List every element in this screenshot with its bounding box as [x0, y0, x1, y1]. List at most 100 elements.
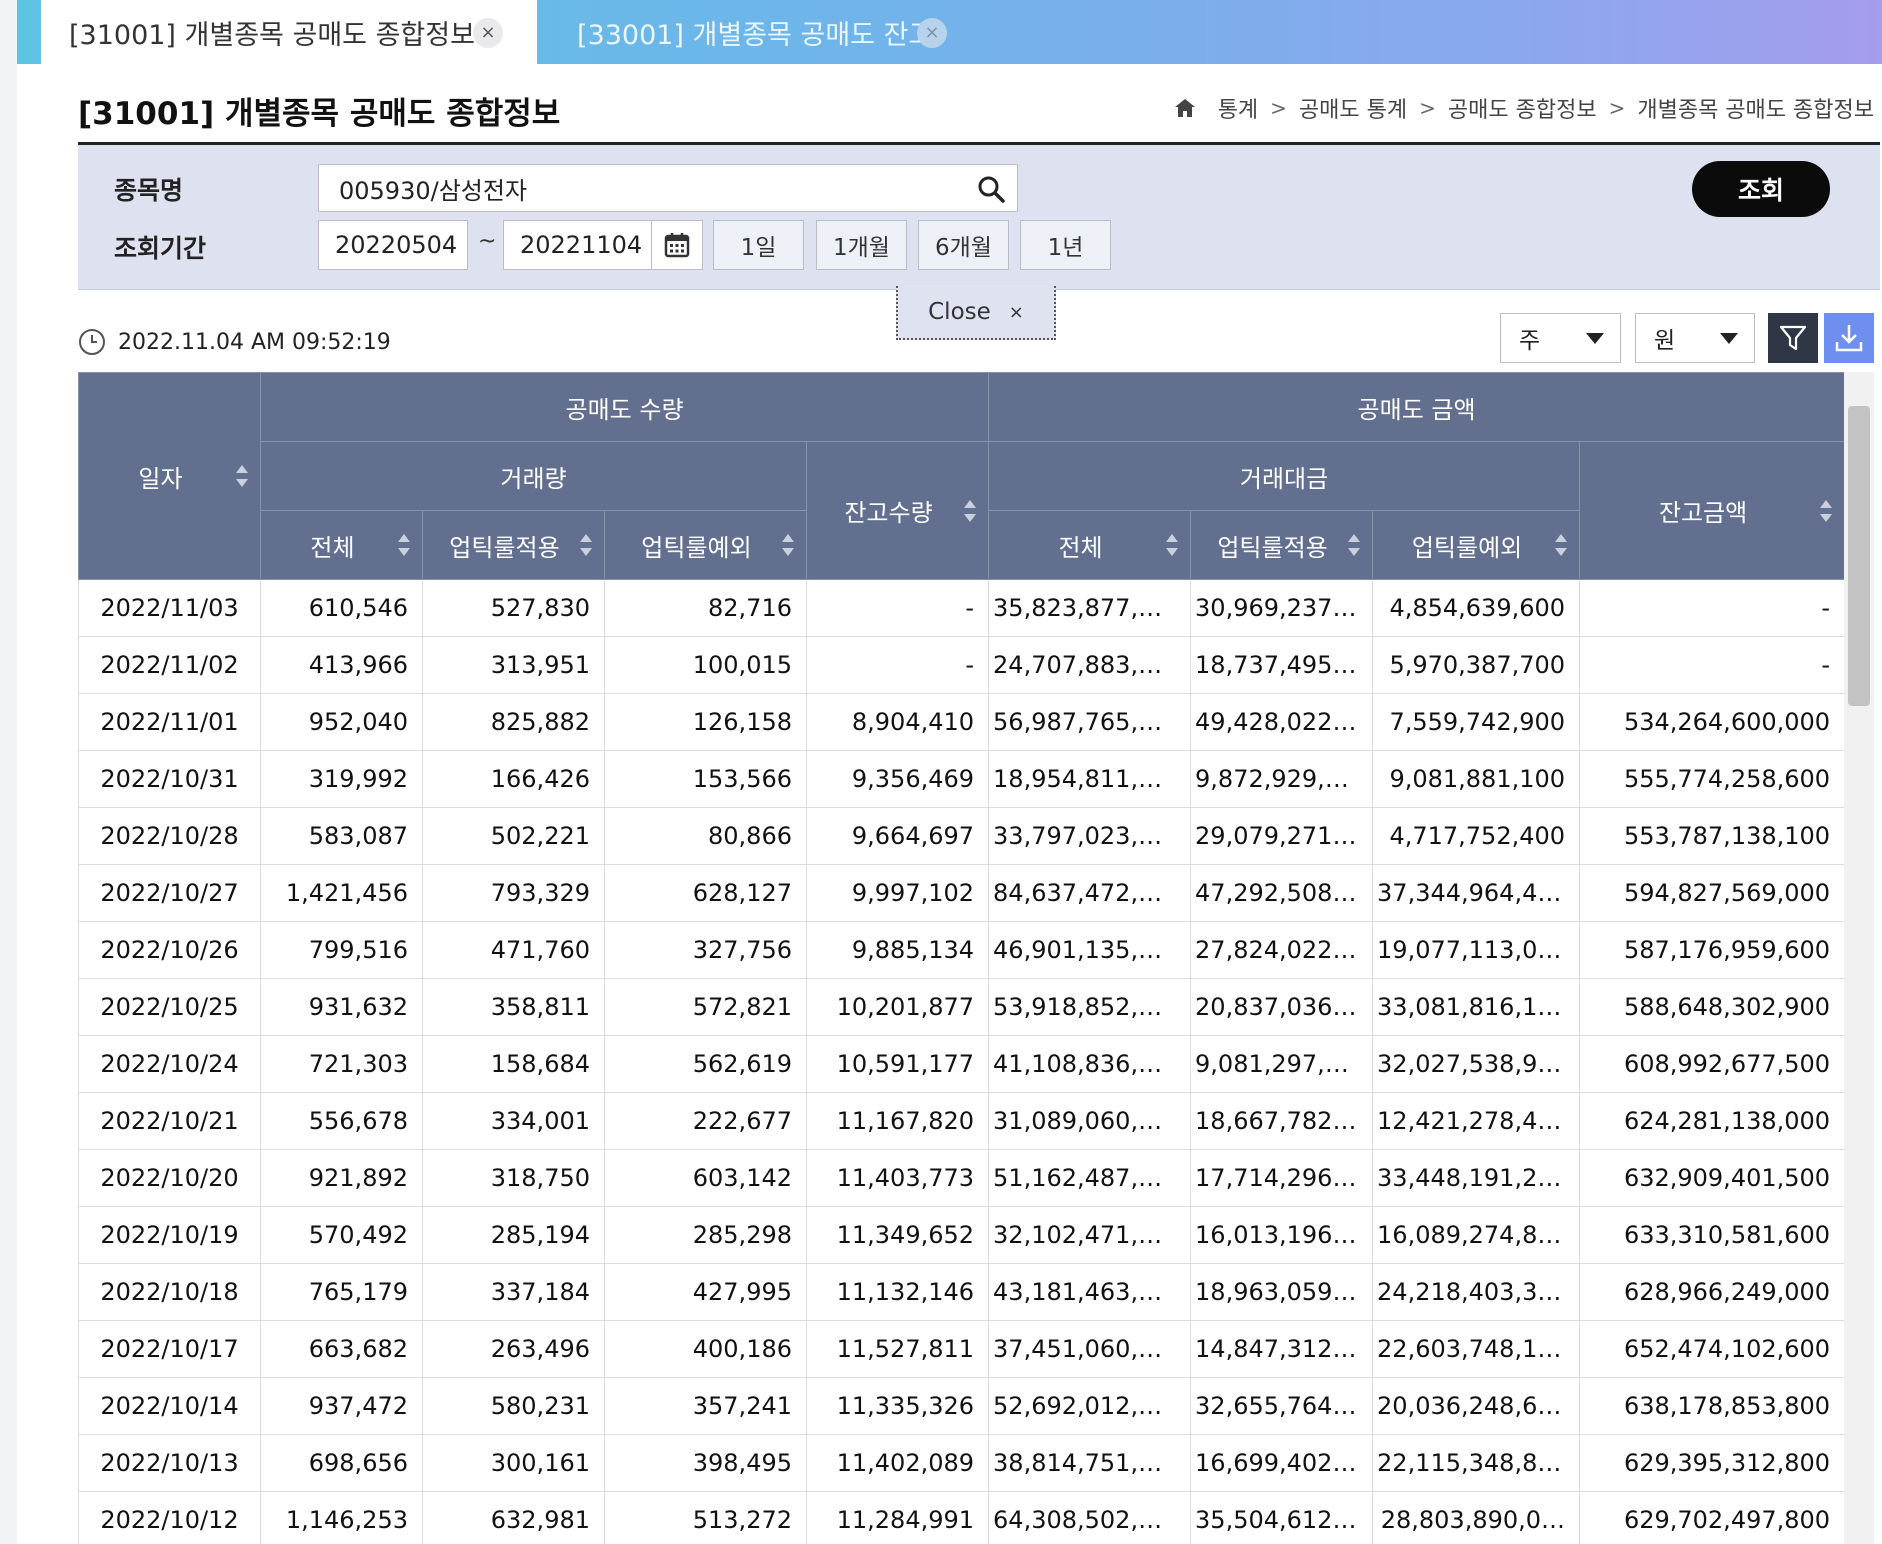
sort-icon[interactable]: [398, 534, 410, 556]
sort-icon[interactable]: [782, 534, 794, 556]
table-row[interactable]: 2022/11/03 610,546 527,830 82,716-35,823,87…: [78, 579, 1844, 637]
table-row[interactable]: 2022/10/24 721,303 158,684 562,619 10,591,17…: [78, 1035, 1844, 1093]
period-1day-button[interactable]: 1일: [713, 220, 804, 270]
table-cell: 16,013,196,9…: [1190, 1206, 1374, 1264]
breadcrumb-item[interactable]: 개별종목 공매도 종합정보: [1637, 92, 1874, 124]
table-row[interactable]: 2022/10/26 799,516 471,760 327,756 9,885,134…: [78, 921, 1844, 979]
query-button[interactable]: 조회: [1692, 161, 1830, 217]
download-button[interactable]: [1824, 313, 1874, 363]
header-label: 업틱룰적용: [449, 533, 560, 562]
tab-31001[interactable]: [31001] 개별종목 공매도 종합정보 ×: [41, 0, 537, 64]
sort-icon[interactable]: [964, 499, 977, 522]
table-row[interactable]: 2022/11/02 413,966 313,951 100,015-24,707,8…: [78, 636, 1844, 694]
table-cell: 799,516: [260, 921, 423, 979]
table-cell: 300,161: [422, 1434, 605, 1492]
table-cell: 5,970,387,700: [1372, 636, 1581, 694]
table-cell: 638,178,853,800: [1579, 1377, 1844, 1435]
period-6month-button[interactable]: 6개월: [918, 220, 1009, 270]
breadcrumb-item[interactable]: 통계: [1218, 92, 1258, 124]
close-icon[interactable]: ×: [917, 18, 947, 48]
search-icon[interactable]: [977, 175, 1005, 203]
header-label: 거래대금: [1239, 464, 1329, 493]
table-cell: 24,218,403,300: [1372, 1263, 1581, 1321]
table-cell: 51,162,487,200: [988, 1149, 1192, 1207]
table-row[interactable]: 2022/10/13 698,656 300,161 398,495 11,402,08…: [78, 1434, 1844, 1492]
close-search-panel-button[interactable]: Close ×: [896, 286, 1056, 340]
stock-search-input[interactable]: 005930/삼성전자: [318, 164, 1018, 212]
table-row[interactable]: 2022/11/01 952,040 825,882 126,158 8,904,410…: [78, 693, 1844, 751]
sort-icon[interactable]: [1348, 534, 1361, 556]
close-icon: ×: [1008, 301, 1024, 323]
header-value-uptick[interactable]: 업틱룰적용: [1190, 510, 1374, 580]
table-row[interactable]: 2022/10/27 1,421,456 793,329 628,127 9,997,1…: [78, 864, 1844, 922]
table-row[interactable]: 2022/10/31 319,992 166,426 153,566 9,356,469…: [78, 750, 1844, 808]
period-1year-button[interactable]: 1년: [1020, 220, 1111, 270]
table-cell: 82,716: [604, 579, 807, 637]
header-balance-qty[interactable]: 잔고수량: [805, 441, 990, 580]
table-cell: 556,678: [260, 1092, 423, 1150]
table-cell: 2022/10/28: [78, 807, 261, 865]
search-panel: 종목명 005930/삼성전자 조회기간 20220504 ~ 20221104…: [78, 145, 1880, 290]
header-value-uptick-except[interactable]: 업틱룰예외: [1372, 510, 1581, 580]
tab-33001[interactable]: [33001] 개별종목 공매도 잔고 ×: [537, 0, 987, 64]
table-cell: 921,892: [260, 1149, 423, 1207]
sort-icon[interactable]: [1555, 534, 1568, 556]
close-icon[interactable]: ×: [473, 18, 503, 48]
table-row[interactable]: 2022/10/20 921,892 318,750 603,142 11,403,77…: [78, 1149, 1844, 1207]
sort-icon[interactable]: [580, 534, 592, 556]
table-cell: 698,656: [260, 1434, 423, 1492]
table-row[interactable]: 2022/10/28 583,087 502,221 80,866 9,664,697 3…: [78, 807, 1844, 865]
sort-icon[interactable]: [1820, 499, 1833, 522]
sort-icon[interactable]: [1166, 534, 1179, 556]
table-cell: 46,901,135,000: [988, 921, 1192, 979]
start-date-input[interactable]: 20220504: [318, 220, 468, 270]
table-row[interactable]: 2022/10/14 937,472 580,231 357,241 11,335,32…: [78, 1377, 1844, 1435]
table-cell: 33,797,023,800: [988, 807, 1192, 865]
table-cell: 9,664,697: [805, 807, 990, 865]
period-1month-button[interactable]: 1개월: [816, 220, 907, 270]
table-cell: 629,395,312,800: [1579, 1434, 1844, 1492]
table-row[interactable]: 2022/10/19 570,492 285,194 285,298 11,349,65…: [78, 1206, 1844, 1264]
table-cell: 126,158: [604, 693, 807, 751]
table-cell: 562,619: [604, 1035, 807, 1093]
table-cell: 158,684: [422, 1035, 605, 1093]
header-date[interactable]: 일자: [78, 372, 261, 580]
vertical-scrollbar[interactable]: [1844, 372, 1874, 1544]
table-row[interactable]: 2022/10/12 1,146,253 632,981 513,272 11,284,…: [78, 1491, 1844, 1544]
table-cell: 27,824,022,…: [1190, 921, 1374, 979]
header-balance-amt[interactable]: 잔고금액: [1579, 441, 1844, 580]
table-cell: 2022/10/27: [78, 864, 261, 922]
period-unit-select[interactable]: 주: [1500, 313, 1621, 363]
header-volume-total[interactable]: 전체: [260, 510, 423, 580]
table-row[interactable]: 2022/10/21 556,678 334,001 222,677 11,167,82…: [78, 1092, 1844, 1150]
table-cell: 9,081,297,5…: [1190, 1035, 1374, 1093]
table-cell: 610,546: [260, 579, 423, 637]
table-cell: 583,087: [260, 807, 423, 865]
calendar-button[interactable]: [651, 220, 703, 270]
header-volume-uptick-except[interactable]: 업틱룰예외: [604, 510, 807, 580]
breadcrumb-item[interactable]: 공매도 종합정보: [1448, 92, 1597, 124]
table-cell: 663,682: [260, 1320, 423, 1378]
home-icon[interactable]: [1174, 98, 1196, 118]
table-row[interactable]: 2022/10/25 931,632 358,811 572,821 10,201,87…: [78, 978, 1844, 1036]
currency-unit-select[interactable]: 원: [1635, 313, 1755, 363]
caret-down-icon: [1586, 333, 1604, 344]
table-cell: 56,987,765,700: [988, 693, 1192, 751]
table-cell: 24,707,883,300: [988, 636, 1192, 694]
table-cell: 30,969,237,…: [1190, 579, 1374, 637]
sort-icon[interactable]: [236, 465, 248, 487]
table-cell: 11,402,089: [805, 1434, 990, 1492]
filter-button[interactable]: [1768, 313, 1818, 363]
breadcrumb-item[interactable]: 공매도 통계: [1299, 92, 1407, 124]
table-cell: 527,830: [422, 579, 605, 637]
header-volume-uptick[interactable]: 업틱룰적용: [422, 510, 605, 580]
table-row[interactable]: 2022/10/17 663,682 263,496 400,186 11,527,81…: [78, 1320, 1844, 1378]
table-cell: 400,186: [604, 1320, 807, 1378]
table-cell: 33,448,191,200: [1372, 1149, 1581, 1207]
table-row[interactable]: 2022/10/18 765,179 337,184 427,995 11,132,14…: [78, 1263, 1844, 1321]
header-value-total[interactable]: 전체: [988, 510, 1192, 580]
end-date-input[interactable]: 20221104: [503, 220, 652, 270]
scrollbar-thumb[interactable]: [1848, 406, 1870, 706]
header-trade-value: 거래대금: [988, 441, 1581, 511]
table-cell: 603,142: [604, 1149, 807, 1207]
